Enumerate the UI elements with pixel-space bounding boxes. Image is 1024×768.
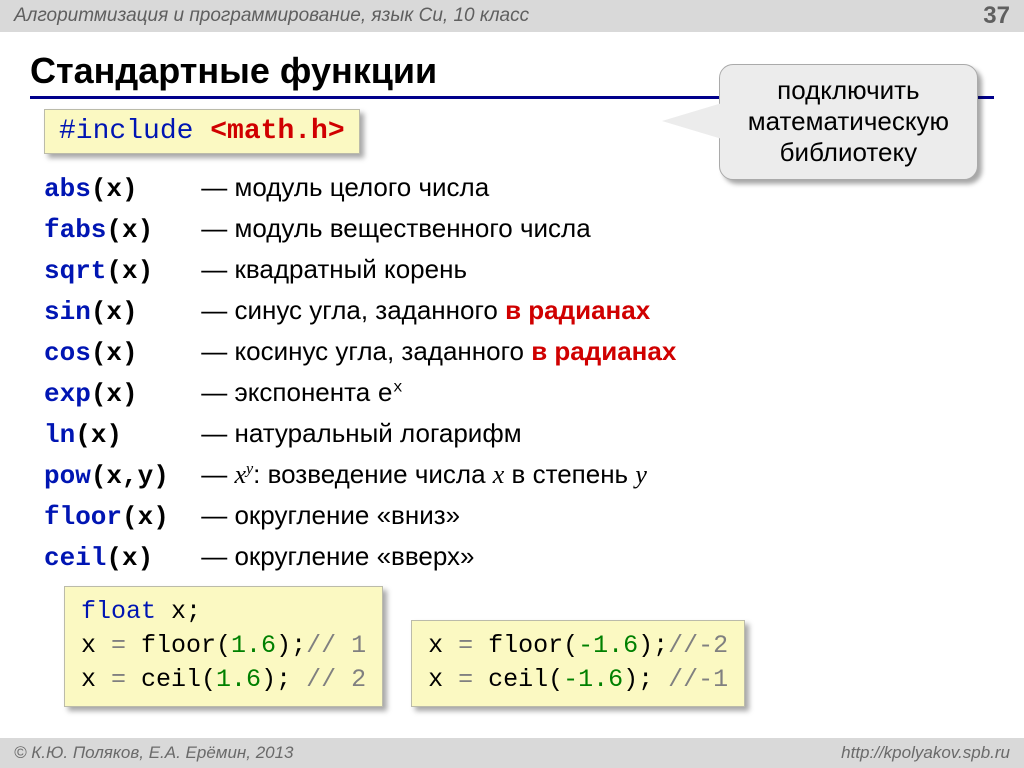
include-directive: #include <math.h> — [44, 109, 360, 154]
function-list: abs(x) — модуль целого числа fabs(x) — м… — [44, 168, 1024, 578]
slide-footer: © К.Ю. Поляков, Е.А. Ерёмин, 2013 http:/… — [0, 738, 1024, 768]
func-row: ln(x) — натуральный логарифм — [44, 414, 1024, 455]
func-row: sin(x) — синус угла, заданного в радиана… — [44, 291, 1024, 332]
func-row: ceil(x) — округление «вверх» — [44, 537, 1024, 578]
func-row: pow(x,y) — xy: возведение числа x в степ… — [44, 455, 1024, 496]
include-keyword: #include — [59, 116, 193, 147]
func-row: floor(x) — округление «вниз» — [44, 496, 1024, 537]
callout: подключить математическую библиотеку — [719, 64, 978, 180]
header-title: Алгоритмизация и программирование, язык … — [14, 5, 529, 27]
footer-url: http://kpolyakov.spb.ru — [841, 743, 1010, 763]
slide-header: Алгоритмизация и программирование, язык … — [0, 0, 1024, 32]
func-row: fabs(x) — модуль вещественного числа — [44, 209, 1024, 250]
include-library: <math.h> — [210, 116, 344, 147]
func-row: sqrt(x) — квадратный корень — [44, 250, 1024, 291]
func-row: cos(x) — косинус угла, заданного в радиа… — [44, 332, 1024, 373]
callout-line: библиотеку — [748, 137, 949, 168]
callout-line: математическую — [748, 106, 949, 137]
callout-line: подключить — [748, 75, 949, 106]
examples: float x; x = floor(1.6);// 1 x = ceil(1.… — [64, 586, 1024, 707]
copyright: © К.Ю. Поляков, Е.А. Ерёмин, 2013 — [14, 743, 294, 763]
func-row: exp(x) — экспонента ex — [44, 373, 1024, 414]
page-number: 37 — [983, 2, 1010, 30]
example-box: x = floor(-1.6);//-2 x = ceil(-1.6); //-… — [411, 620, 745, 708]
example-box: float x; x = floor(1.6);// 1 x = ceil(1.… — [64, 586, 383, 707]
